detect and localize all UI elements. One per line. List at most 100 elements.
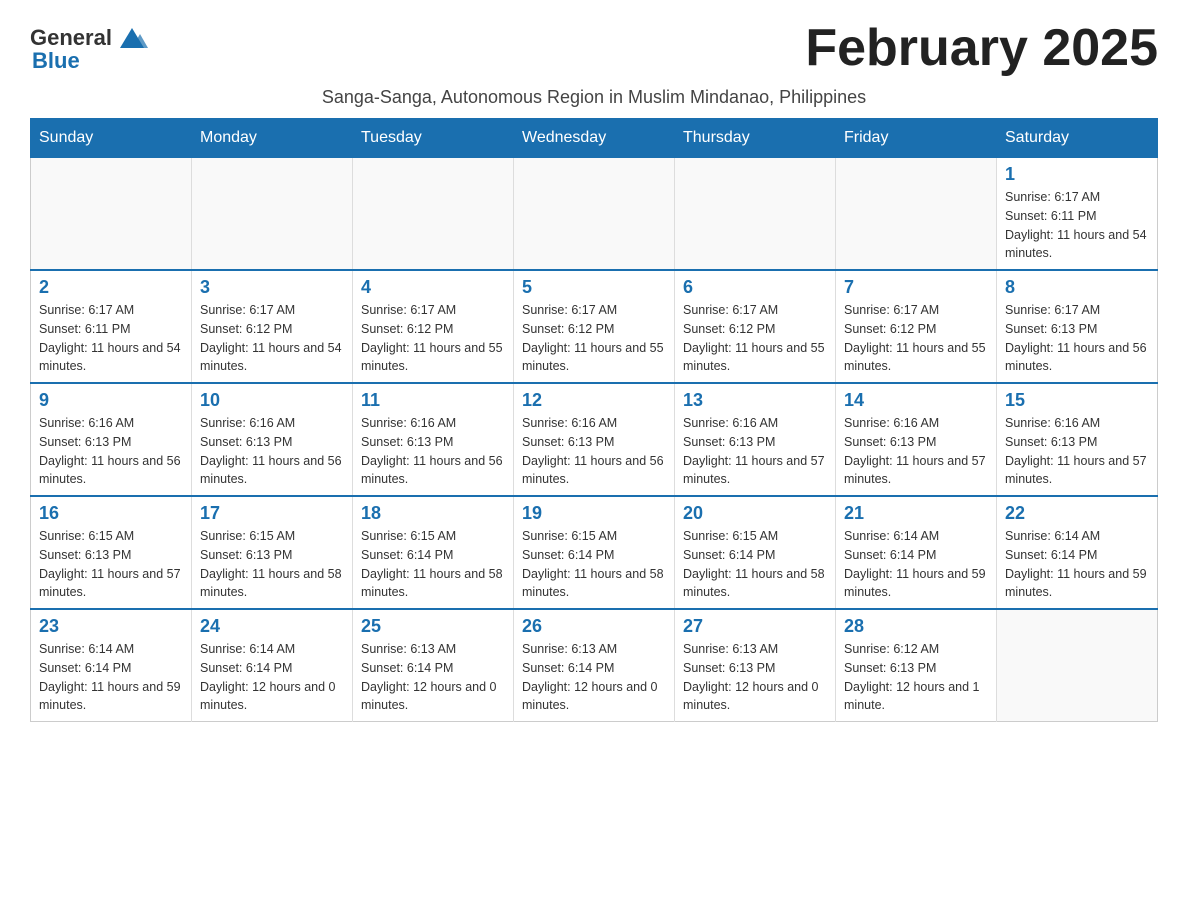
day-number: 24 xyxy=(200,616,344,637)
calendar-cell: 5 Sunrise: 6:17 AMSunset: 6:12 PMDaylight… xyxy=(514,270,675,383)
title-section: February 2025 xyxy=(805,20,1158,77)
calendar-cell: 21 Sunrise: 6:14 AMSunset: 6:14 PMDayligh… xyxy=(836,496,997,609)
day-info: Sunrise: 6:16 AMSunset: 6:13 PMDaylight:… xyxy=(683,414,827,489)
day-info: Sunrise: 6:17 AMSunset: 6:12 PMDaylight:… xyxy=(522,301,666,376)
calendar-cell xyxy=(353,158,514,271)
calendar-cell xyxy=(31,158,192,271)
day-number: 23 xyxy=(39,616,183,637)
day-number: 21 xyxy=(844,503,988,524)
day-info: Sunrise: 6:17 AMSunset: 6:12 PMDaylight:… xyxy=(683,301,827,376)
page-header: General Blue February 2025 xyxy=(30,20,1158,77)
day-number: 1 xyxy=(1005,164,1149,185)
day-info: Sunrise: 6:17 AMSunset: 6:11 PMDaylight:… xyxy=(1005,188,1149,263)
calendar-cell: 7 Sunrise: 6:17 AMSunset: 6:12 PMDaylight… xyxy=(836,270,997,383)
calendar-cell xyxy=(836,158,997,271)
day-info: Sunrise: 6:12 AMSunset: 6:13 PMDaylight:… xyxy=(844,640,988,715)
week-row-2: 2Sunrise: 6:17 AMSunset: 6:11 PMDaylight… xyxy=(31,270,1158,383)
calendar-cell: 3 Sunrise: 6:17 AMSunset: 6:12 PMDaylight… xyxy=(192,270,353,383)
day-info: Sunrise: 6:17 AMSunset: 6:12 PMDaylight:… xyxy=(200,301,344,376)
header-day-wednesday: Wednesday xyxy=(514,119,675,158)
day-number: 14 xyxy=(844,390,988,411)
day-number: 6 xyxy=(683,277,827,298)
calendar-cell xyxy=(192,158,353,271)
calendar-cell: 13 Sunrise: 6:16 AMSunset: 6:13 PMDayligh… xyxy=(675,383,836,496)
day-number: 17 xyxy=(200,503,344,524)
day-number: 7 xyxy=(844,277,988,298)
day-number: 26 xyxy=(522,616,666,637)
day-info: Sunrise: 6:16 AMSunset: 6:13 PMDaylight:… xyxy=(522,414,666,489)
day-info: Sunrise: 6:16 AMSunset: 6:13 PMDaylight:… xyxy=(844,414,988,489)
calendar-cell: 10 Sunrise: 6:16 AMSunset: 6:13 PMDayligh… xyxy=(192,383,353,496)
calendar-cell: 8 Sunrise: 6:17 AMSunset: 6:13 PMDaylight… xyxy=(997,270,1158,383)
day-info: Sunrise: 6:17 AMSunset: 6:13 PMDaylight:… xyxy=(1005,301,1149,376)
day-number: 28 xyxy=(844,616,988,637)
header-day-sunday: Sunday xyxy=(31,119,192,158)
day-info: Sunrise: 6:15 AMSunset: 6:13 PMDaylight:… xyxy=(200,527,344,602)
day-info: Sunrise: 6:13 AMSunset: 6:13 PMDaylight:… xyxy=(683,640,827,715)
day-number: 13 xyxy=(683,390,827,411)
calendar-cell: 26 Sunrise: 6:13 AMSunset: 6:14 PMDayligh… xyxy=(514,609,675,722)
day-number: 19 xyxy=(522,503,666,524)
week-row-4: 16 Sunrise: 6:15 AMSunset: 6:13 PMDayligh… xyxy=(31,496,1158,609)
day-number: 12 xyxy=(522,390,666,411)
calendar-cell: 11Sunrise: 6:16 AMSunset: 6:13 PMDayligh… xyxy=(353,383,514,496)
day-number: 18 xyxy=(361,503,505,524)
day-number: 10 xyxy=(200,390,344,411)
week-row-5: 23 Sunrise: 6:14 AMSunset: 6:14 PMDayligh… xyxy=(31,609,1158,722)
day-info: Sunrise: 6:14 AMSunset: 6:14 PMDaylight:… xyxy=(39,640,183,715)
calendar-cell: 20Sunrise: 6:15 AMSunset: 6:14 PMDayligh… xyxy=(675,496,836,609)
day-number: 5 xyxy=(522,277,666,298)
month-title: February 2025 xyxy=(805,20,1158,77)
day-number: 20 xyxy=(683,503,827,524)
day-info: Sunrise: 6:15 AMSunset: 6:14 PMDaylight:… xyxy=(522,527,666,602)
calendar-cell: 25 Sunrise: 6:13 AMSunset: 6:14 PMDayligh… xyxy=(353,609,514,722)
day-info: Sunrise: 6:16 AMSunset: 6:13 PMDaylight:… xyxy=(1005,414,1149,489)
day-info: Sunrise: 6:14 AMSunset: 6:14 PMDaylight:… xyxy=(844,527,988,602)
calendar-cell: 23 Sunrise: 6:14 AMSunset: 6:14 PMDayligh… xyxy=(31,609,192,722)
day-number: 4 xyxy=(361,277,505,298)
day-number: 11 xyxy=(361,390,505,411)
calendar-cell: 24 Sunrise: 6:14 AMSunset: 6:14 PMDayligh… xyxy=(192,609,353,722)
logo-icon xyxy=(114,20,150,56)
day-info: Sunrise: 6:15 AMSunset: 6:14 PMDaylight:… xyxy=(361,527,505,602)
day-number: 2 xyxy=(39,277,183,298)
week-row-1: 1 Sunrise: 6:17 AMSunset: 6:11 PMDaylight… xyxy=(31,158,1158,271)
day-info: Sunrise: 6:14 AMSunset: 6:14 PMDaylight:… xyxy=(200,640,344,715)
calendar-cell: 18 Sunrise: 6:15 AMSunset: 6:14 PMDayligh… xyxy=(353,496,514,609)
calendar-cell: 1 Sunrise: 6:17 AMSunset: 6:11 PMDaylight… xyxy=(997,158,1158,271)
day-info: Sunrise: 6:16 AMSunset: 6:13 PMDaylight:… xyxy=(39,414,183,489)
day-info: Sunrise: 6:16 AMSunset: 6:13 PMDaylight:… xyxy=(200,414,344,489)
day-number: 22 xyxy=(1005,503,1149,524)
header-day-saturday: Saturday xyxy=(997,119,1158,158)
day-info: Sunrise: 6:14 AMSunset: 6:14 PMDaylight:… xyxy=(1005,527,1149,602)
days-header-row: SundayMondayTuesdayWednesdayThursdayFrid… xyxy=(31,119,1158,158)
calendar-cell: 15Sunrise: 6:16 AMSunset: 6:13 PMDayligh… xyxy=(997,383,1158,496)
week-row-3: 9 Sunrise: 6:16 AMSunset: 6:13 PMDaylight… xyxy=(31,383,1158,496)
calendar-cell xyxy=(997,609,1158,722)
day-number: 25 xyxy=(361,616,505,637)
calendar-cell: 4Sunrise: 6:17 AMSunset: 6:12 PMDaylight… xyxy=(353,270,514,383)
calendar-cell: 14 Sunrise: 6:16 AMSunset: 6:13 PMDayligh… xyxy=(836,383,997,496)
header-day-monday: Monday xyxy=(192,119,353,158)
day-number: 3 xyxy=(200,277,344,298)
day-number: 8 xyxy=(1005,277,1149,298)
subtitle: Sanga-Sanga, Autonomous Region in Muslim… xyxy=(30,87,1158,108)
logo: General Blue xyxy=(30,20,152,74)
day-number: 9 xyxy=(39,390,183,411)
calendar-cell: 16Sunrise: 6:15 AMSunset: 6:13 PMDayligh… xyxy=(31,496,192,609)
day-info: Sunrise: 6:17 AMSunset: 6:12 PMDaylight:… xyxy=(844,301,988,376)
header-day-thursday: Thursday xyxy=(675,119,836,158)
calendar-cell xyxy=(514,158,675,271)
calendar-cell: 17 Sunrise: 6:15 AMSunset: 6:13 PMDayligh… xyxy=(192,496,353,609)
calendar-cell: 28 Sunrise: 6:12 AMSunset: 6:13 PMDayligh… xyxy=(836,609,997,722)
calendar-cell: 2Sunrise: 6:17 AMSunset: 6:11 PMDaylight… xyxy=(31,270,192,383)
calendar-cell xyxy=(675,158,836,271)
day-info: Sunrise: 6:13 AMSunset: 6:14 PMDaylight:… xyxy=(361,640,505,715)
calendar-cell: 19 Sunrise: 6:15 AMSunset: 6:14 PMDayligh… xyxy=(514,496,675,609)
day-number: 16 xyxy=(39,503,183,524)
day-info: Sunrise: 6:13 AMSunset: 6:14 PMDaylight:… xyxy=(522,640,666,715)
calendar-cell: 12 Sunrise: 6:16 AMSunset: 6:13 PMDayligh… xyxy=(514,383,675,496)
calendar-table: SundayMondayTuesdayWednesdayThursdayFrid… xyxy=(30,118,1158,722)
header-day-friday: Friday xyxy=(836,119,997,158)
calendar-cell: 22 Sunrise: 6:14 AMSunset: 6:14 PMDayligh… xyxy=(997,496,1158,609)
